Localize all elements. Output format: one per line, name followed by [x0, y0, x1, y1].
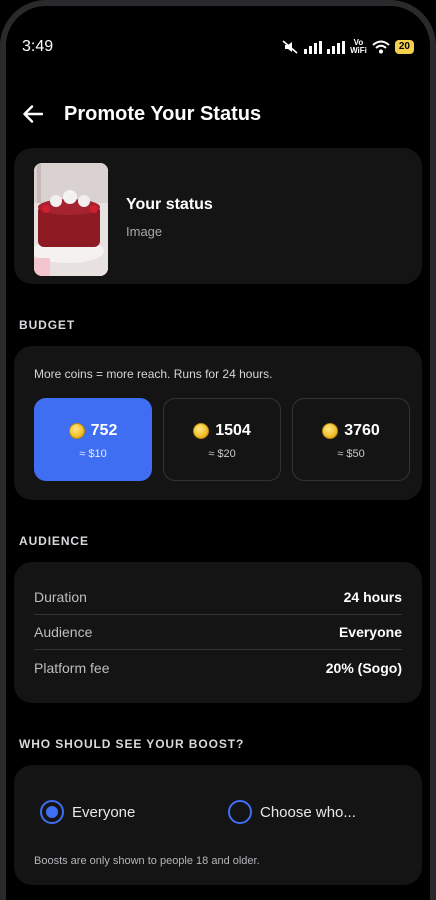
row-value: 24 hours [343, 589, 402, 605]
who-card: Everyone Choose who... Boosts are only s… [14, 765, 422, 885]
arrow-left-icon [23, 105, 43, 123]
radio-label: Choose who... [260, 803, 356, 821]
audience-card: Duration 24 hours Audience Everyone Plat… [14, 562, 422, 703]
status-thumbnail[interactable] [34, 163, 108, 276]
summary-row-duration: Duration 24 hours [34, 580, 402, 615]
age-note: Boosts are only shown to people 18 and o… [34, 855, 260, 867]
budget-usd: ≈ $50 [337, 448, 365, 460]
status-title: Your status [126, 196, 213, 213]
budget-card: More coins = more reach. Runs for 24 hou… [14, 346, 422, 500]
radio-label: Everyone [72, 803, 136, 821]
signal-icon-2 [327, 40, 346, 54]
row-value: 20% (Sogo) [325, 659, 402, 676]
status-type: Image [126, 224, 163, 239]
wifi-icon [372, 40, 390, 54]
summary-row-audience: Audience Everyone [34, 615, 402, 650]
cake-image [34, 163, 108, 276]
coin-icon [322, 423, 339, 439]
battery-indicator: 20 [394, 40, 414, 54]
budget-note: More coins = more reach. Runs for 24 hou… [34, 367, 273, 381]
radio-everyone[interactable]: Everyone [40, 800, 135, 824]
coin-icon [193, 423, 210, 439]
status-preview-card: Your status Image [14, 148, 422, 284]
row-label: Audience [34, 624, 93, 640]
header: Promote Your Status [22, 98, 414, 130]
vowifi-icon: Vo WiFi [350, 39, 367, 55]
radio-selected-icon [40, 800, 64, 824]
back-button[interactable] [22, 103, 44, 125]
budget-coins: 1504 [215, 422, 251, 439]
coin-icon [68, 423, 85, 439]
status-icons: Vo WiFi 20 [281, 39, 414, 55]
budget-usd: ≈ $10 [79, 448, 107, 460]
budget-option-1504[interactable]: 1504 ≈ $20 [163, 398, 281, 481]
row-value: Everyone [338, 624, 402, 640]
page-title: Promote Your Status [64, 102, 262, 125]
budget-coins: 752 [90, 422, 118, 439]
status-bar: 3:49 Vo WiFi 20 [22, 36, 414, 58]
status-time: 3:49 [22, 38, 54, 55]
budget-option-3760[interactable]: 3760 ≈ $50 [292, 398, 410, 481]
budget-section-label: BUDGET [19, 318, 76, 332]
signal-icon-1 [304, 40, 323, 54]
who-section-label: WHO SHOULD SEE YOUR BOOST? [19, 737, 245, 751]
audience-section-label: AUDIENCE [19, 534, 89, 548]
radio-choose-who[interactable]: Choose who... [228, 800, 356, 824]
budget-option-752[interactable]: 752 ≈ $10 [34, 398, 152, 481]
radio-unselected-icon [228, 800, 252, 824]
screen: 3:49 Vo WiFi 20 Promote Your Status Your… [6, 6, 430, 900]
budget-coins: 3760 [344, 422, 380, 439]
row-label: Platform fee [34, 659, 110, 676]
row-label: Duration [34, 589, 87, 605]
budget-usd: ≈ $20 [208, 448, 236, 460]
mute-icon [281, 40, 299, 54]
summary-row-platform-fee: Platform fee 20% (Sogo) [34, 650, 402, 685]
vowifi-bottom: WiFi [350, 46, 367, 55]
